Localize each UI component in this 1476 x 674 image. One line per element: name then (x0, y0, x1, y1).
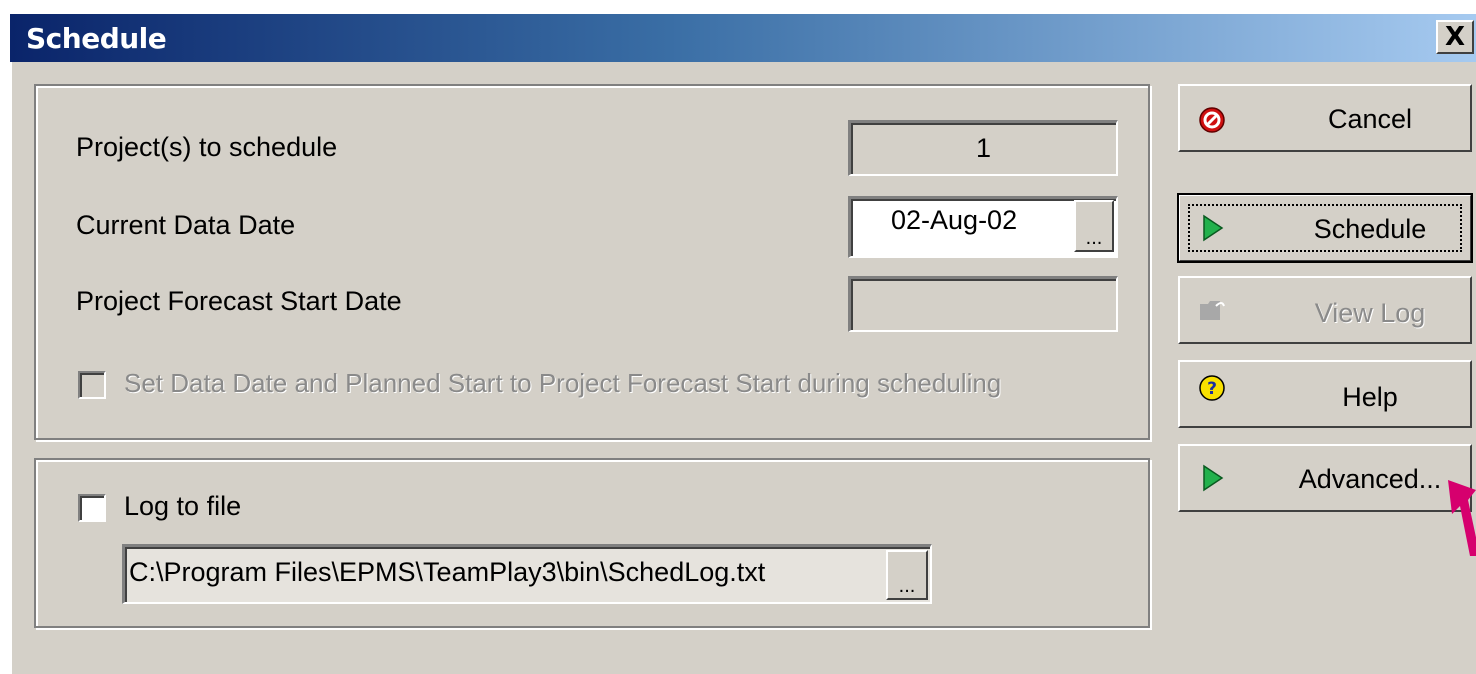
advanced-button[interactable]: Advanced... (1178, 444, 1472, 512)
question-icon: ? (1199, 375, 1225, 401)
projects-count-field: 1 (848, 120, 1118, 176)
help-button[interactable]: ? Help (1178, 360, 1472, 428)
view-log-button-label: View Log (1314, 298, 1426, 328)
current-data-date-value: 02-Aug-02 (891, 205, 1018, 235)
schedule-button-label: Schedule (1313, 214, 1427, 244)
schedule-button[interactable]: Schedule (1177, 193, 1473, 263)
pointer-arrow-icon (1448, 480, 1476, 556)
cancel-button[interactable]: Cancel (1178, 84, 1472, 152)
folder-icon (1200, 301, 1225, 320)
projects-to-schedule-label: Project(s) to schedule (76, 132, 338, 162)
log-path-value: C:\Program Files\EPMS\TeamPlay3\bin\Sche… (129, 557, 766, 587)
close-button[interactable]: X (1436, 20, 1474, 54)
svg-text:?: ? (1207, 379, 1217, 399)
set-data-date-checkbox[interactable] (78, 371, 106, 399)
current-data-date-label: Current Data Date (76, 210, 296, 240)
log-path-field: C:\Program Files\EPMS\TeamPlay3\bin\Sche… (122, 544, 932, 604)
project-forecast-start-label: Project Forecast Start Date (76, 286, 402, 316)
project-forecast-start-field (848, 276, 1118, 332)
log-to-file-checkbox[interactable] (78, 494, 106, 522)
log-to-file-label: Log to file (124, 491, 242, 521)
log-path-browse-button[interactable]: ... (886, 550, 928, 600)
help-button-label: Help (1342, 382, 1398, 412)
view-log-button[interactable]: View Log (1178, 276, 1472, 344)
data-date-browse-button[interactable]: ... (1074, 200, 1114, 252)
title-bar[interactable]: Schedule X (10, 14, 1476, 62)
play-triangle-icon (1203, 464, 1224, 492)
cancel-button-label: Cancel (1327, 104, 1413, 134)
stop-icon (1199, 107, 1225, 133)
window-title: Schedule (26, 22, 167, 55)
set-data-date-label: Set Data Date and Planned Start to Proje… (124, 368, 1002, 398)
play-triangle-icon (1203, 214, 1224, 242)
